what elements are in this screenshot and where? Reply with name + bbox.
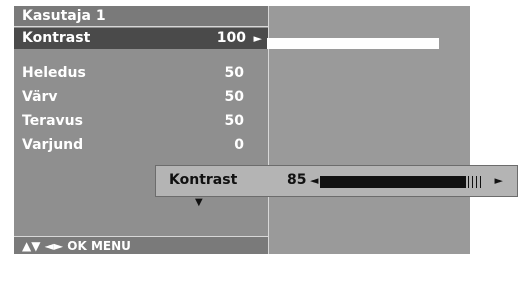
level-slider[interactable] [320, 176, 492, 188]
menu-item-value: 50 [224, 65, 244, 81]
menu-item-varjund[interactable]: Varjund 0 [14, 135, 268, 156]
slider-ticks [456, 176, 484, 188]
left-arrow-icon[interactable]: ◄ [310, 174, 318, 187]
menu-item-label: Varjund [22, 137, 84, 153]
menu-item-label: Kontrast [22, 30, 91, 46]
menu-item-value: 50 [224, 89, 244, 105]
menu-item-value: 0 [234, 137, 244, 153]
down-arrow-icon: ▼ [195, 197, 203, 208]
settings-panel: Kasutaja 1 Kontrast 100 ► Heledus 50 Vär… [14, 6, 269, 254]
menu-item-varv[interactable]: Värv 50 [14, 87, 268, 108]
menu-item-label: Teravus [22, 113, 83, 129]
menu-item-kontrast[interactable]: Kontrast 100 ► [14, 28, 268, 49]
menu-item-heledus[interactable]: Heledus 50 [14, 63, 268, 84]
menu-title: Kasutaja 1 [14, 6, 268, 27]
navigation-hint: ▲▼ ◄► OK MENU [14, 236, 268, 254]
popup-value: 85 [287, 172, 307, 188]
right-arrow-icon[interactable]: ► [495, 174, 503, 187]
adjust-popup[interactable]: Kontrast 85 ◄ ► [155, 165, 518, 197]
right-arrow-icon: ► [253, 32, 262, 45]
level-preview-bar [267, 38, 439, 49]
slider-fill [320, 176, 466, 188]
popup-label: Kontrast [169, 172, 238, 188]
menu-item-label: Värv [22, 89, 58, 105]
menu-item-value: 100 [216, 30, 246, 46]
menu-item-value: 50 [224, 113, 244, 129]
menu-item-teravus[interactable]: Teravus 50 [14, 111, 268, 132]
menu-item-label: Heledus [22, 65, 86, 81]
